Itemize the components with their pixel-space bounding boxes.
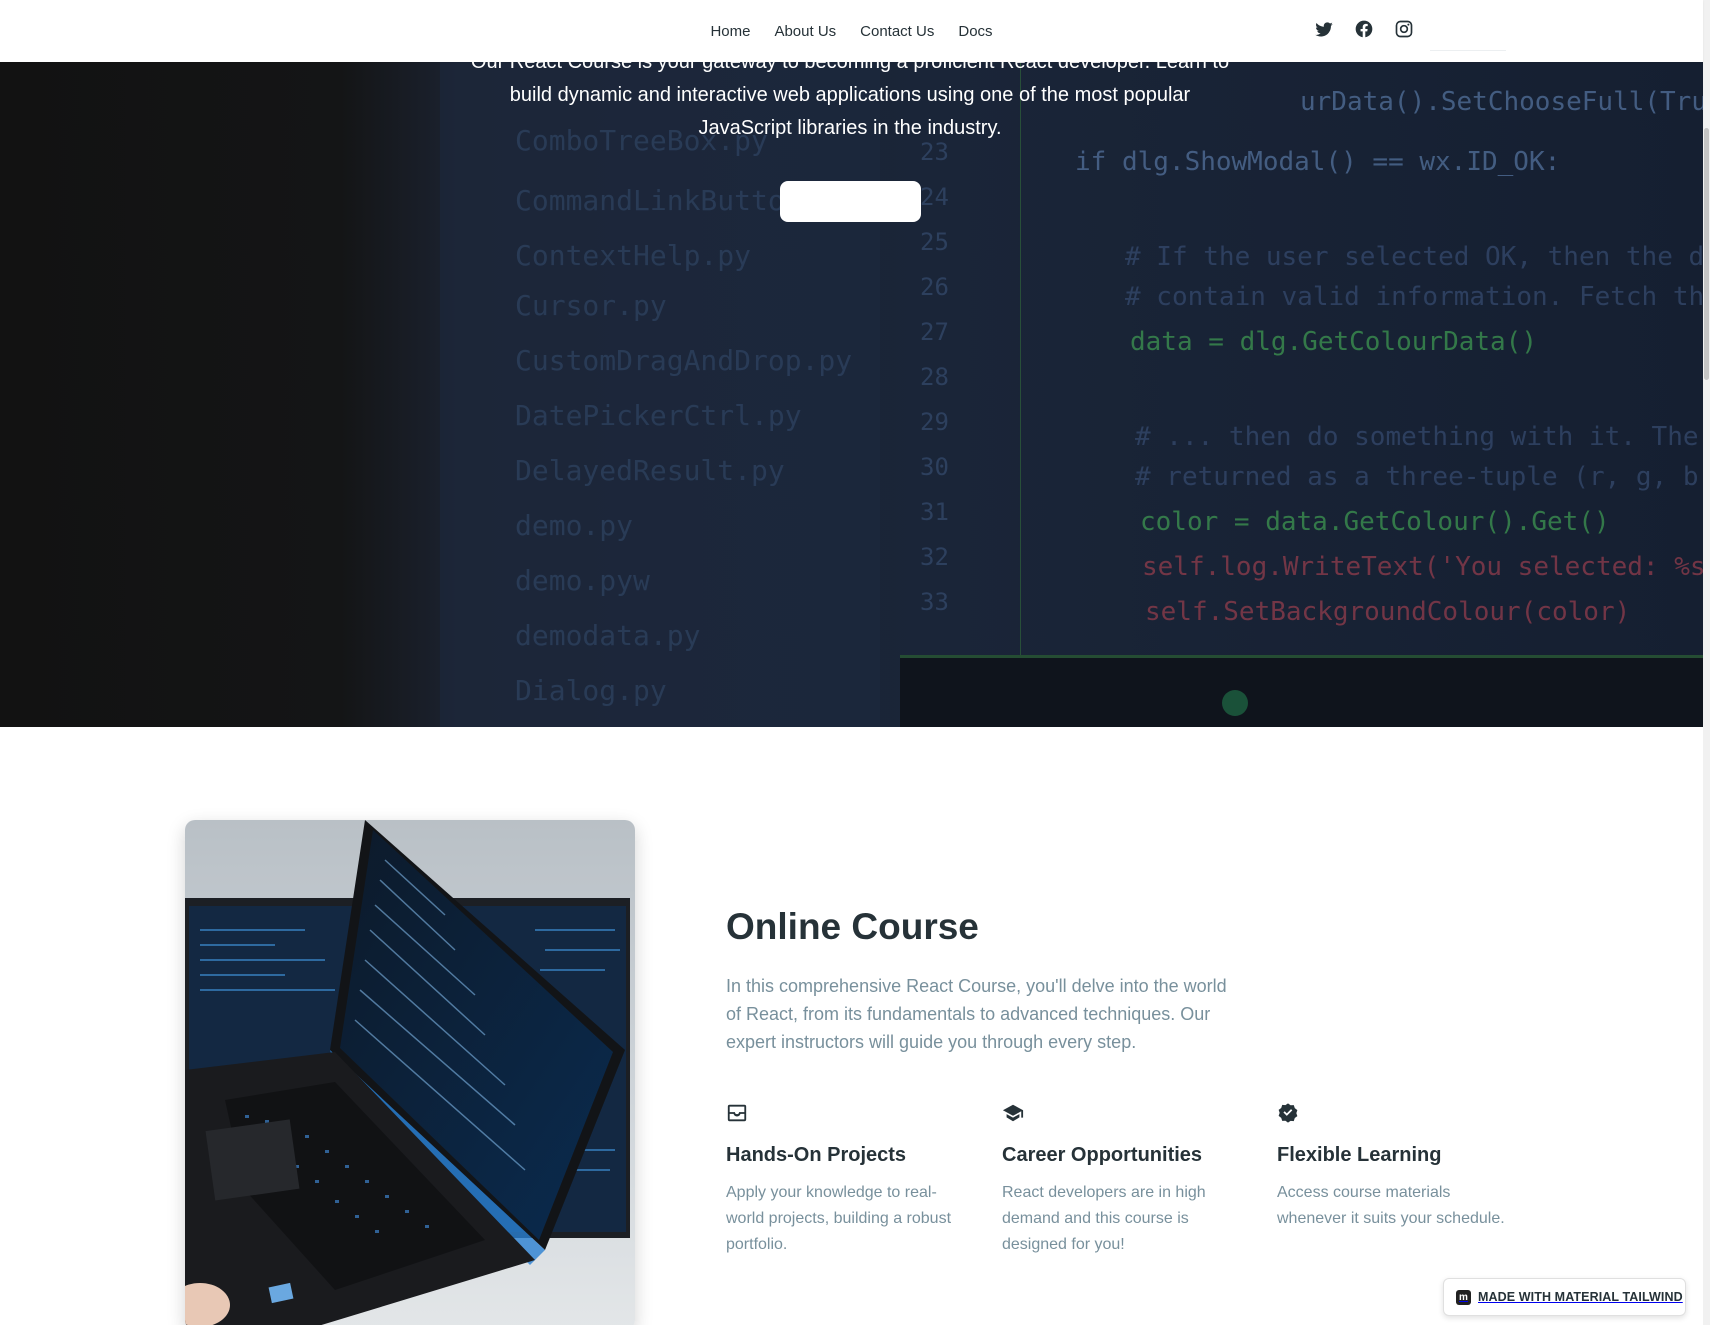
feature-title: Career Opportunities xyxy=(1002,1144,1203,1166)
svg-text:demo.py: demo.py xyxy=(515,509,633,542)
svg-text:# ... then do something with i: # ... then do something with it. The act… xyxy=(1135,422,1703,452)
svg-text:33: 33 xyxy=(920,588,949,616)
svg-text:32: 32 xyxy=(920,543,949,571)
svg-text:26: 26 xyxy=(920,273,949,301)
feature-description: React developers are in high demand and … xyxy=(1002,1184,1206,1253)
social-links xyxy=(1314,19,1414,39)
feature-title: Hands-On Projects xyxy=(726,1144,907,1166)
svg-text:urData().SetChooseFull(True): urData().SetChooseFull(True) xyxy=(1300,87,1703,117)
nav-link-contact-us[interactable]: Contact Us xyxy=(860,23,934,40)
nav-link-docs[interactable]: Docs xyxy=(958,23,992,40)
badge-label: MADE WITH MATERIAL TAILWIND xyxy=(1478,1290,1683,1304)
svg-text:# contain valid information. F: # contain valid information. Fetch the d… xyxy=(1125,282,1703,312)
nav-link-about-us[interactable]: About Us xyxy=(774,23,836,40)
feature-description: Apply your knowledge to real-world proje… xyxy=(726,1184,952,1253)
feature-description: Access course materials whenever it suit… xyxy=(1277,1184,1505,1227)
hero-cta-button[interactable] xyxy=(780,181,921,222)
svg-text:Cursor.py: Cursor.py xyxy=(515,289,667,322)
hero-line: build dynamic and interactive web applic… xyxy=(509,84,1191,106)
svg-text:30: 30 xyxy=(920,453,949,481)
svg-text:29: 29 xyxy=(920,408,949,436)
nav-links: Home About Us Contact Us Docs xyxy=(0,0,1703,62)
social-divider xyxy=(1430,50,1506,51)
svg-text:27: 27 xyxy=(920,318,949,346)
svg-text:# returned as a three-tuple (r: # returned as a three-tuple (r, g, b) in… xyxy=(1135,462,1703,492)
facebook-icon[interactable] xyxy=(1354,19,1374,39)
svg-text:31: 31 xyxy=(920,498,949,526)
course-laptop-image xyxy=(185,820,635,1325)
svg-text:# If the user selected OK, the: # If the user selected OK, then the dial… xyxy=(1125,242,1703,272)
svg-text:if dlg.ShowModal() == wx.ID_OK: if dlg.ShowModal() == wx.ID_OK: xyxy=(1075,147,1560,177)
svg-text:28: 28 xyxy=(920,363,949,391)
laptop-illustration xyxy=(185,820,635,1325)
nav-link-home[interactable]: Home xyxy=(710,23,750,40)
feature-title: Flexible Learning xyxy=(1277,1144,1442,1166)
top-navbar: Home About Us Contact Us Docs xyxy=(0,0,1703,62)
inbox-icon xyxy=(726,1102,750,1126)
instagram-icon[interactable] xyxy=(1394,19,1414,39)
twitter-icon[interactable] xyxy=(1314,19,1334,39)
svg-text:demodata.py: demodata.py xyxy=(515,619,700,652)
course-description: In this comprehensive React Course, you'… xyxy=(726,976,1227,1052)
svg-text:color = data.GetColour().Get(): color = data.GetColour().Get() xyxy=(1140,507,1610,537)
feature-flexible-learning: Flexible Learning Access course material… xyxy=(1277,1102,1517,1232)
graduation-cap-icon xyxy=(1002,1102,1026,1126)
svg-text:self.SetBackgroundColour(color: self.SetBackgroundColour(color) xyxy=(1145,597,1630,627)
hero-line: JavaScript libraries in the industry. xyxy=(698,117,1002,139)
svg-text:CustomDragAndDrop.py: CustomDragAndDrop.py xyxy=(515,344,852,377)
svg-text:DatePickerCtrl.py: DatePickerCtrl.py xyxy=(515,399,802,432)
made-with-material-tailwind-badge[interactable]: m MADE WITH MATERIAL TAILWIND xyxy=(1443,1278,1686,1316)
svg-text:DelayedResult.py: DelayedResult.py xyxy=(515,454,785,487)
feature-career-opportunities: Career Opportunities React developers ar… xyxy=(1002,1102,1242,1258)
svg-text:25: 25 xyxy=(920,228,949,256)
check-badge-icon xyxy=(1277,1102,1301,1126)
svg-text:Dialog.py: Dialog.py xyxy=(515,674,667,707)
svg-text:24: 24 xyxy=(920,183,949,211)
svg-text:ContextHelp.py: ContextHelp.py xyxy=(515,239,751,272)
svg-text:demo.pyw: demo.pyw xyxy=(515,564,650,597)
material-tailwind-logo-icon: m xyxy=(1456,1289,1471,1305)
hero-section: ComboTreeBox.py CommandLinkButton.py Con… xyxy=(0,0,1703,727)
course-title: Online Course xyxy=(726,906,979,947)
svg-text:self.log.WriteText('You select: self.log.WriteText('You selected: %s\n' … xyxy=(1142,552,1703,582)
svg-text:data = dlg.GetColourData(): data = dlg.GetColourData() xyxy=(1130,327,1537,357)
feature-hands-on-projects: Hands-On Projects Apply your knowledge t… xyxy=(726,1102,966,1258)
scrollbar-thumb[interactable] xyxy=(1704,128,1709,380)
